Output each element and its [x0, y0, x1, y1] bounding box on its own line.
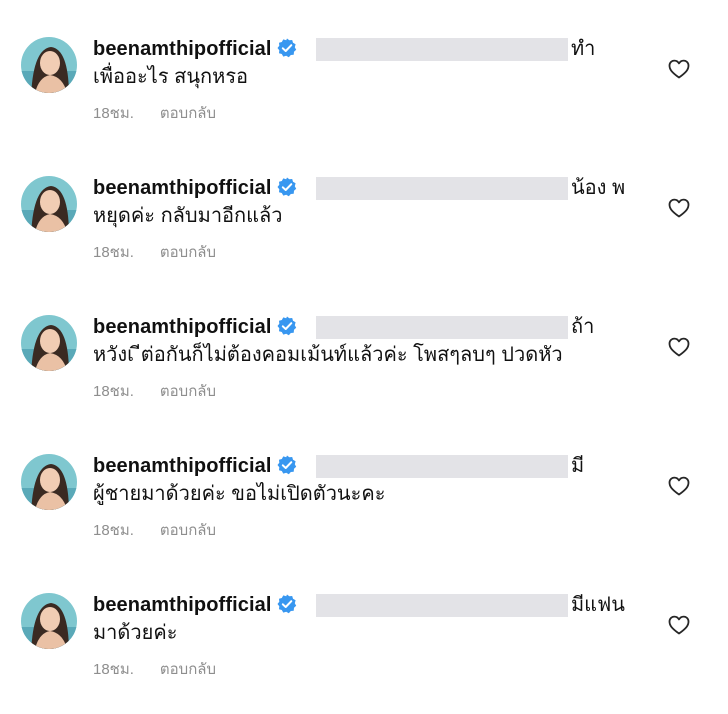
redacted-mention — [316, 455, 568, 478]
comment-meta: 18ชม. ตอบกลับ — [93, 657, 216, 681]
redacted-mention — [316, 316, 568, 339]
heart-outline-icon[interactable] — [667, 196, 691, 220]
verified-badge-icon — [277, 177, 296, 197]
comment-text: หยุดค่ะ กลับมาอีกแล้ว — [93, 205, 283, 227]
comment-item: beenamthipofficial ทำ เพื่ออะไร สนุกหรอ … — [0, 0, 728, 139]
comment-timestamp: 18ชม. — [93, 244, 134, 261]
redacted-mention — [316, 594, 568, 617]
heart-outline-icon[interactable] — [667, 474, 691, 498]
comment-timestamp: 18ชม. — [93, 105, 134, 122]
avatar[interactable] — [21, 454, 77, 510]
username-link[interactable]: beenamthipofficial — [93, 316, 272, 338]
comment-item: beenamthipofficial มีแฟน มาด้วยค่ะ 18ชม.… — [0, 556, 728, 695]
verified-badge-icon — [277, 594, 296, 614]
reply-button[interactable]: ตอบกลับ — [160, 661, 216, 678]
comment-text-start: มีแฟน — [571, 594, 625, 616]
reply-button[interactable]: ตอบกลับ — [160, 105, 216, 122]
heart-outline-icon[interactable] — [667, 613, 691, 637]
comment-text: เพื่ออะไร สนุกหรอ — [93, 66, 249, 88]
comment-text-start: ถ้า — [571, 316, 595, 338]
heart-outline-icon[interactable] — [667, 57, 691, 81]
comment-text-start: น้อง พ — [571, 177, 626, 199]
comment-text: มาด้วยค่ะ — [93, 622, 178, 644]
avatar[interactable] — [21, 176, 77, 232]
comment-timestamp: 18ชม. — [93, 383, 134, 400]
redacted-mention — [316, 177, 568, 200]
verified-badge-icon — [277, 316, 296, 336]
avatar[interactable] — [21, 37, 77, 93]
heart-outline-icon[interactable] — [667, 335, 691, 359]
comment-item: beenamthipofficial ถ้า หวังเ ีต่อกันก็ไม… — [0, 278, 728, 417]
reply-button[interactable]: ตอบกลับ — [160, 383, 216, 400]
reply-button[interactable]: ตอบกลับ — [160, 244, 216, 261]
username-link[interactable]: beenamthipofficial — [93, 594, 272, 616]
comment-header: beenamthipofficial — [93, 590, 297, 620]
comment-meta: 18ชม. ตอบกลับ — [93, 379, 216, 403]
username-link[interactable]: beenamthipofficial — [93, 455, 272, 477]
username-link[interactable]: beenamthipofficial — [93, 38, 272, 60]
reply-button[interactable]: ตอบกลับ — [160, 522, 216, 539]
comment-timestamp: 18ชม. — [93, 522, 134, 539]
comment-meta: 18ชม. ตอบกลับ — [93, 101, 216, 125]
comment-meta: 18ชม. ตอบกลับ — [93, 240, 216, 264]
avatar[interactable] — [21, 593, 77, 649]
comment-text-start: ทำ — [571, 38, 596, 60]
username-link[interactable]: beenamthipofficial — [93, 177, 272, 199]
comment-item: beenamthipofficial น้อง พ หยุดค่ะ กลับมา… — [0, 139, 728, 278]
verified-badge-icon — [277, 455, 296, 475]
verified-badge-icon — [277, 38, 296, 58]
comment-timestamp: 18ชม. — [93, 661, 134, 678]
comment-text: หวังเ ีต่อกันก็ไม่ต้องคอมเม้นท์แล้วค่ะ โ… — [93, 344, 563, 366]
comment-header: beenamthipofficial — [93, 173, 297, 203]
comment-header: beenamthipofficial — [93, 451, 297, 481]
comment-text-start: มี — [571, 455, 585, 477]
redacted-mention — [316, 38, 568, 61]
comment-meta: 18ชม. ตอบกลับ — [93, 518, 216, 542]
comment-item: beenamthipofficial มี ผู้ชายมาด้วยค่ะ ขอ… — [0, 417, 728, 556]
comment-header: beenamthipofficial — [93, 34, 297, 64]
avatar[interactable] — [21, 315, 77, 371]
comment-text: ผู้ชายมาด้วยค่ะ ขอไม่เปิดตัวนะคะ — [93, 483, 386, 505]
comment-header: beenamthipofficial — [93, 312, 297, 342]
